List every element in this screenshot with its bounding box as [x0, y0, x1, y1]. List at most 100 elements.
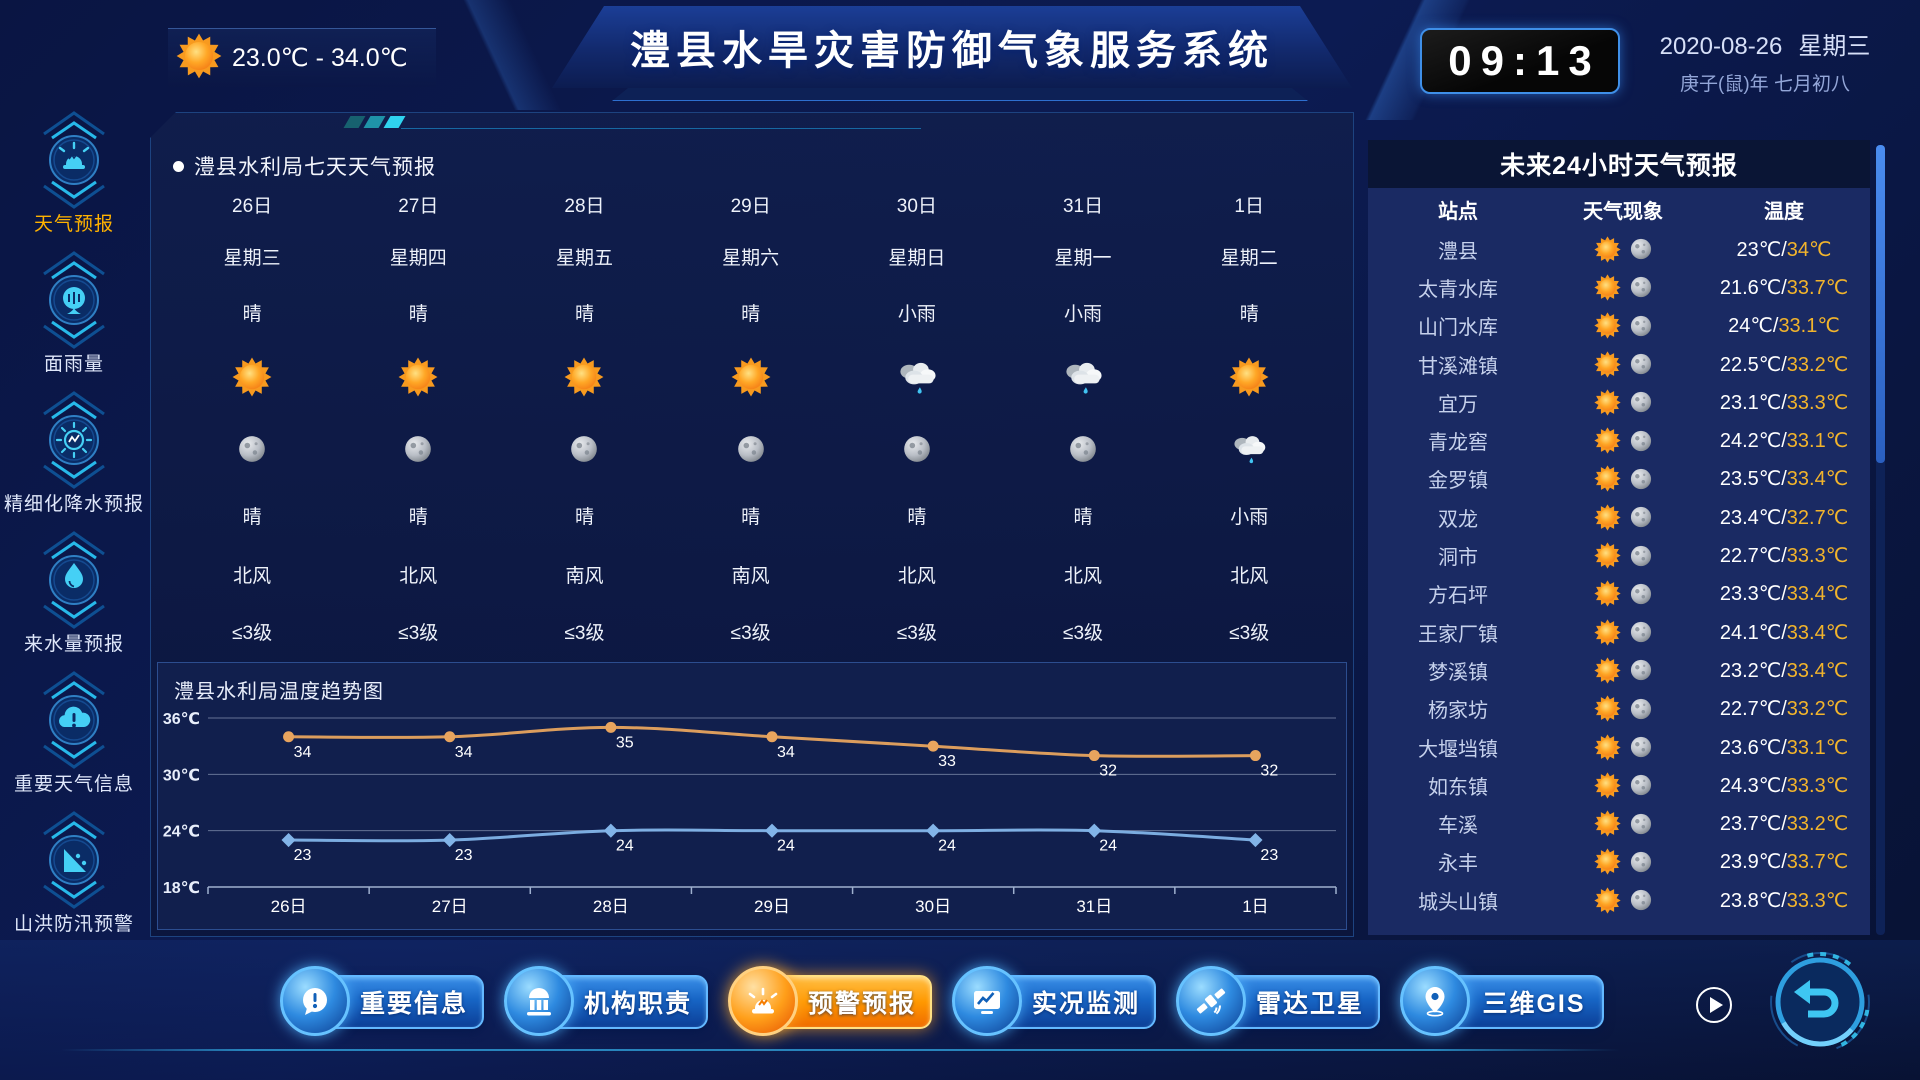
nav-icon-circle: [504, 966, 574, 1036]
forecast-day-weather: 晴: [409, 283, 428, 341]
station-weather-icons: [1548, 887, 1698, 914]
nav-button-6[interactable]: 三维GIS: [1400, 964, 1610, 1040]
clock-time: 09:13: [1439, 37, 1600, 85]
forecast-night-weather: 晴: [409, 485, 428, 545]
satellite-icon: [1193, 983, 1229, 1019]
forecast-night-weather: 晴: [1074, 485, 1093, 545]
station-name: 金罗镇: [1368, 464, 1548, 493]
station-temp: 24.1℃/33.4℃: [1698, 620, 1870, 645]
station-row: 太青水库 21.6℃/33.7℃: [1368, 268, 1870, 306]
forecast-day-icon: [731, 341, 771, 413]
location-pin-icon: [1417, 983, 1453, 1019]
station-name: 王家厂镇: [1368, 618, 1548, 647]
scrollbar-track[interactable]: [1876, 145, 1885, 935]
sun-icon: [1594, 274, 1621, 301]
forecast-day-column: 29日星期六晴晴南风≤3级: [668, 179, 834, 659]
forecast-night-weather: 晴: [243, 485, 262, 545]
nav-button-4[interactable]: 实况监测: [952, 964, 1162, 1040]
scrollbar-thumb[interactable]: [1876, 145, 1885, 463]
title-notch-decor: [612, 88, 1308, 101]
station-name: 城头山镇: [1368, 886, 1548, 915]
forecast-wind-level: ≤3级: [731, 603, 771, 659]
station-row: 城头山镇 23.8℃/33.3℃: [1368, 881, 1870, 919]
play-button[interactable]: [1696, 987, 1732, 1023]
station-name: 洞市: [1368, 541, 1548, 570]
forecast-weekday: 星期三: [224, 229, 281, 283]
svg-text:35: 35: [616, 734, 634, 751]
station-row: 王家厂镇 24.1℃/33.4℃: [1368, 613, 1870, 651]
sidebar-item-1[interactable]: 天气预报: [2, 106, 146, 238]
weekday-text: 星期三: [1798, 33, 1870, 60]
forecast-day-icon: [1060, 341, 1106, 413]
station-temp: 23.3℃/33.4℃: [1698, 581, 1870, 606]
station-temp: 23.8℃/33.3℃: [1698, 888, 1870, 913]
svg-text:23: 23: [455, 847, 473, 864]
station-weather-icons: [1548, 542, 1698, 569]
sidebar-item-6[interactable]: 山洪防汛预警: [2, 806, 146, 938]
sidebar-item-4[interactable]: 来水量预报: [2, 526, 146, 658]
sun-icon: [1594, 848, 1621, 875]
forecast-date: 29日: [731, 179, 771, 229]
col-temp: 温度: [1698, 195, 1870, 224]
forecast-wind-level: ≤3级: [1063, 603, 1103, 659]
station-row: 永丰 23.9℃/33.7℃: [1368, 843, 1870, 881]
forecast-weekday: 星期一: [1055, 229, 1112, 283]
nav-button-3[interactable]: 预警预报: [728, 964, 938, 1040]
station-row: 大堰垱镇 23.6℃/33.1℃: [1368, 728, 1870, 766]
alarm-icon: [745, 983, 781, 1019]
monitor-icon: [969, 983, 1005, 1019]
forecast-day-column: 26日星期三晴晴北风≤3级: [169, 179, 335, 659]
forecast-date: 1日: [1234, 179, 1264, 229]
forecast-wind: 北风: [399, 545, 437, 603]
forecast-weekday: 星期四: [390, 229, 447, 283]
station-weather-icons: [1548, 465, 1698, 492]
moon-icon: [1630, 391, 1652, 413]
sidebar-item-2[interactable]: 面雨量: [2, 246, 146, 378]
lunar-date-text: 庚子(鼠)年 七月初八: [1630, 69, 1900, 96]
sun-icon: [176, 33, 222, 79]
nav-label: 预警预报: [808, 984, 916, 1020]
sun-icon: [1594, 810, 1621, 837]
moon-icon: [1069, 435, 1097, 463]
moon-icon: [1630, 238, 1652, 260]
return-button[interactable]: [1768, 950, 1872, 1054]
forecast-wind-level: ≤3级: [398, 603, 438, 659]
forecast-day-icon: [564, 341, 604, 413]
nav-button-5[interactable]: 雷达卫星: [1176, 964, 1386, 1040]
station-row: 宜万 23.1℃/33.3℃: [1368, 383, 1870, 421]
moon-icon: [1630, 659, 1652, 681]
station-weather-icons: [1548, 657, 1698, 684]
bottom-nav: 重要信息 机构职责 预警预报 实况监测 雷达卫星 三维GIS: [0, 964, 1920, 1074]
nav-label: 雷达卫星: [1256, 984, 1364, 1020]
col-weather: 天气现象: [1548, 195, 1698, 224]
sun-icon: [731, 357, 771, 397]
forecast-date: 26日: [232, 179, 272, 229]
temperature-trend-chart: 36℃30℃24℃18℃26日27日28日29日30日31日1日34343534…: [158, 697, 1346, 934]
col-station: 站点: [1368, 195, 1548, 224]
svg-text:18℃: 18℃: [163, 880, 200, 897]
nav-button-1[interactable]: 重要信息: [280, 964, 490, 1040]
forecast-night-weather: 晴: [907, 485, 926, 545]
svg-text:34: 34: [294, 744, 312, 761]
sidebar-item-5[interactable]: 重要天气信息: [2, 666, 146, 798]
forecast-night-weather: 晴: [575, 485, 594, 545]
station-temp: 24.2℃/33.1℃: [1698, 428, 1870, 453]
station-row: 山门水库 24℃/33.1℃: [1368, 307, 1870, 345]
sidebar-item-label: 山洪防汛预警: [14, 912, 134, 938]
sidebar-item-3[interactable]: 精细化降水预报: [2, 386, 146, 518]
station-weather-icons: [1548, 695, 1698, 722]
station-row: 金罗镇 23.5℃/33.4℃: [1368, 460, 1870, 498]
forecast-day-icon: [232, 341, 272, 413]
nav-button-2[interactable]: 机构职责: [504, 964, 714, 1040]
sun-icon: [564, 357, 604, 397]
date-block: 2020-08-26星期三 庚子(鼠)年 七月初八: [1630, 26, 1900, 96]
nav-icon-circle: [280, 966, 350, 1036]
station-temp: 23.2℃/33.4℃: [1698, 658, 1870, 683]
svg-text:24: 24: [1099, 838, 1117, 855]
station-weather-icons: [1548, 504, 1698, 531]
station-name: 双龙: [1368, 503, 1548, 532]
sun-icon: [1594, 580, 1621, 607]
forecast-night-icon: [570, 413, 598, 485]
forecast-day-icon: [398, 341, 438, 413]
station-name: 宜万: [1368, 388, 1548, 417]
